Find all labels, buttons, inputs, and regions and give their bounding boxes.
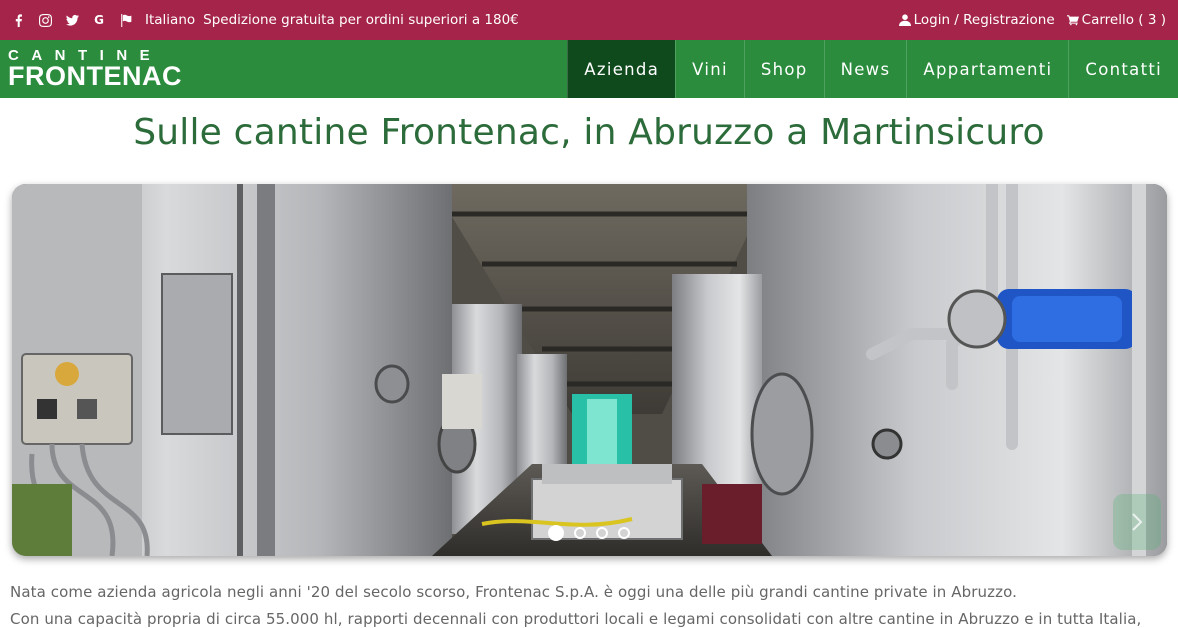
- intro-paragraph-1: Nata come azienda agricola negli anni '2…: [10, 583, 1017, 601]
- login-link[interactable]: Login / Registrazione: [898, 12, 1055, 28]
- facebook-icon[interactable]: [10, 12, 26, 28]
- slider-dot-1[interactable]: [548, 525, 564, 541]
- cart-icon: [1066, 15, 1079, 26]
- login-label: Login / Registrazione: [913, 12, 1055, 28]
- menu-item-news[interactable]: News: [823, 40, 907, 98]
- chevron-right-icon: [1132, 513, 1143, 531]
- page-title: Sulle cantine Frontenac, in Abruzzo a Ma…: [133, 112, 1045, 153]
- google-icon[interactable]: G: [91, 12, 107, 28]
- top-bar-right: Login / Registrazione Carrello ( 3 ): [887, 12, 1166, 28]
- twitter-icon[interactable]: [64, 12, 80, 28]
- flag-icon: [118, 12, 134, 28]
- shipping-notice: Spedizione gratuita per ordini superiori…: [203, 12, 519, 28]
- image-slider[interactable]: [12, 184, 1167, 556]
- language-selector[interactable]: Italiano: [145, 12, 195, 28]
- menu-item-shop[interactable]: Shop: [743, 40, 824, 98]
- top-bar: G Italiano Spedizione gratuita per ordin…: [0, 0, 1178, 40]
- slider-dots: [548, 525, 640, 541]
- slider-next-button[interactable]: [1113, 494, 1161, 550]
- main-navbar: CANTINE FRONTENAC Azienda Vini Shop News…: [0, 40, 1178, 98]
- cart-link[interactable]: Carrello ( 3 ): [1066, 12, 1166, 28]
- menu-item-appartamenti[interactable]: Appartamenti: [906, 40, 1068, 98]
- user-icon: [898, 14, 911, 26]
- main-menu: Azienda Vini Shop News Appartamenti Cont…: [567, 40, 1178, 98]
- slider-dot-4[interactable]: [618, 527, 630, 539]
- instagram-icon[interactable]: [37, 12, 53, 28]
- slider-dot-2[interactable]: [574, 527, 586, 539]
- menu-item-vini[interactable]: Vini: [675, 40, 744, 98]
- menu-item-azienda[interactable]: Azienda: [567, 40, 676, 98]
- cart-label: Carrello ( 3 ): [1081, 12, 1166, 28]
- logo-line-2: FRONTENAC: [8, 61, 182, 91]
- intro-paragraph-2: Con una capacità propria di circa 55.000…: [10, 610, 1142, 628]
- top-bar-left: G Italiano Spedizione gratuita per ordin…: [10, 12, 519, 28]
- winery-tanks-photo: [12, 184, 1167, 556]
- slider-dot-3[interactable]: [596, 527, 608, 539]
- menu-item-contatti[interactable]: Contatti: [1068, 40, 1178, 98]
- site-logo[interactable]: CANTINE FRONTENAC: [0, 40, 182, 98]
